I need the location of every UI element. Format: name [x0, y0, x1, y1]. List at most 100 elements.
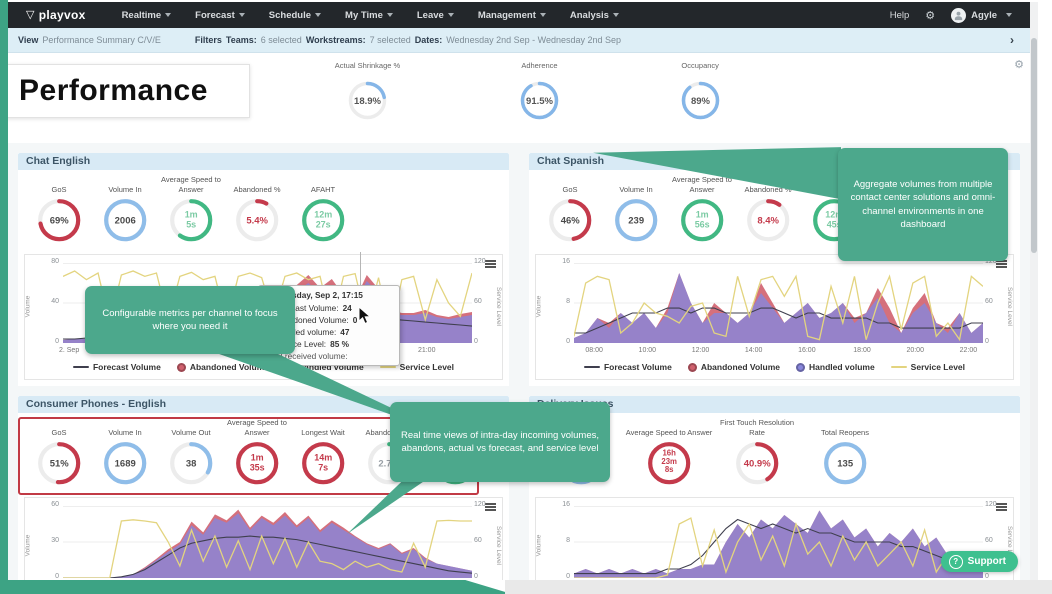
- chart-plot-area[interactable]: [574, 263, 983, 343]
- kpi-donut: 239: [612, 196, 660, 244]
- svg-text:38: 38: [186, 459, 197, 470]
- view-value[interactable]: Performance Summary C/V/E: [42, 35, 161, 45]
- legend-item-forecast-volume[interactable]: Forecast Volume: [73, 362, 161, 372]
- kpi-label: First Touch Resolution Rate: [713, 417, 801, 437]
- kpi-donut: 1m35s: [233, 439, 281, 487]
- view-label: View: [18, 35, 38, 45]
- nav-item-management[interactable]: Management: [478, 10, 546, 21]
- slide-canvas: ▽ playvox Realtime Forecast Schedule My Tim…: [0, 0, 1052, 594]
- mouse-cursor-icon: [358, 306, 372, 330]
- kpi-label: Volume In: [619, 174, 652, 194]
- kpi-volume-in: Volume In 239: [603, 174, 669, 252]
- nav-item-realtime[interactable]: Realtime: [122, 10, 172, 21]
- kpi-donut: 46%: [546, 196, 594, 244]
- kpi-donut: 69%: [35, 196, 83, 244]
- legend-item-service-level[interactable]: Service Level: [891, 362, 965, 372]
- kpi-label: GoS: [51, 174, 66, 194]
- filter-bar: View Performance Summary C/V/E Filters T…: [8, 28, 1038, 53]
- y-axis-label: Volume: [24, 535, 31, 557]
- legend-item-forecast-volume[interactable]: Forecast Volume: [584, 362, 672, 372]
- svg-text:91.5%: 91.5%: [526, 96, 553, 107]
- kpi-donut: 8.4%: [744, 196, 792, 244]
- user-menu[interactable]: Agyle: [951, 8, 1012, 23]
- svg-text:135: 135: [837, 459, 854, 470]
- scrollbar-thumb[interactable]: [1031, 38, 1037, 253]
- teams-value[interactable]: 6 selected: [261, 35, 302, 45]
- page-title: Performance: [19, 74, 208, 108]
- chart-panel: Volume 16 8 0 120 60 0 Service Level 08:…: [535, 254, 1014, 380]
- slide-title-box: Performance: [8, 64, 250, 118]
- nav-item-leave[interactable]: Leave: [417, 10, 454, 21]
- gauge-occupancy: Occupancy 89%: [640, 61, 760, 127]
- svg-text:69%: 69%: [50, 216, 70, 227]
- kpi-donut: 51%: [35, 439, 83, 487]
- kpi-donut: 135: [821, 439, 869, 487]
- playvox-logo[interactable]: ▽ playvox: [26, 8, 86, 22]
- dashboard-gear-icon[interactable]: ⚙: [1014, 58, 1024, 71]
- question-icon: ?: [949, 555, 963, 569]
- nav-item-forecast[interactable]: Forecast: [195, 10, 245, 21]
- nav-right: Help ⚙ Agyle: [890, 8, 1012, 23]
- svg-text:14m: 14m: [314, 453, 332, 463]
- kpi-donut: 40.9%: [733, 439, 781, 487]
- kpi-total-reopens: Total Reopens 135: [801, 417, 889, 495]
- chevron-down-icon: [239, 13, 245, 17]
- workstreams-value[interactable]: 7 selected: [370, 35, 411, 45]
- svg-text:1m: 1m: [695, 210, 708, 220]
- kpi-donut: 18.9%: [346, 79, 389, 122]
- svg-text:5.4%: 5.4%: [246, 216, 268, 227]
- scrollbar-track[interactable]: [1030, 2, 1038, 580]
- nav-item-my-time[interactable]: My Time: [345, 10, 393, 21]
- legend-swatch: [380, 366, 396, 368]
- workstreams-label: Workstreams:: [306, 35, 366, 45]
- callout-realtime-views: Real time views of intra-day incoming vo…: [390, 402, 610, 482]
- dates-value[interactable]: Wednesday 2nd Sep - Wednesday 2nd Sep: [446, 35, 621, 45]
- slide-frame-left: [0, 0, 8, 594]
- legend-swatch: [177, 363, 186, 372]
- nav-item-analysis[interactable]: Analysis: [570, 10, 619, 21]
- kpi-label: Longest Wait: [301, 417, 345, 437]
- chevron-down-icon: [613, 13, 619, 17]
- kpi-first-touch-resolution-rate: First Touch Resolution Rate 40.9%: [713, 417, 801, 495]
- chart-plot-area[interactable]: [63, 506, 472, 578]
- support-button[interactable]: ? Support: [941, 551, 1018, 572]
- kpi-label: GoS: [562, 174, 577, 194]
- settings-gear-icon[interactable]: ⚙: [925, 9, 935, 22]
- metrics-row: GoS 69% Volume In 2006 Average Speed to …: [18, 170, 509, 252]
- kpi-donut: 5.4%: [233, 196, 281, 244]
- kpi-longest-wait: Longest Wait 14m7s: [290, 417, 356, 495]
- kpi-donut: 38: [167, 439, 215, 487]
- kpi-average-speed-to-answer: Average Speed to Answer 1m35s: [224, 417, 290, 495]
- nav-item-schedule[interactable]: Schedule: [269, 10, 321, 21]
- chevron-down-icon: [315, 13, 321, 17]
- kpi-average-speed-to-answer: Average Speed to Answer 1m56s: [669, 174, 735, 252]
- help-link[interactable]: Help: [890, 10, 910, 21]
- chart-plot-area[interactable]: [574, 506, 983, 578]
- gauge-label: Occupancy: [640, 61, 760, 79]
- legend-item-abandoned-volume[interactable]: Abandoned Volume: [688, 362, 780, 372]
- teams-label: Teams:: [226, 35, 257, 45]
- kpi-label: Average Speed to Answer: [224, 417, 290, 437]
- y-axis-label: Volume: [535, 296, 542, 318]
- kpi-donut: 16h23m8s: [645, 439, 693, 487]
- gauge-label: Actual Shrinkage %: [307, 61, 427, 79]
- avatar: [951, 8, 966, 23]
- expand-chevron-icon[interactable]: ›: [1010, 33, 1014, 47]
- kpi-gos: GoS 51%: [26, 417, 92, 495]
- playvox-logo-text: playvox: [39, 8, 86, 22]
- gauge-actual-shrinkage: Actual Shrinkage % 18.9%: [307, 61, 427, 127]
- callout-aggregate-volumes: Aggregate volumes from multiple contact …: [838, 148, 1008, 261]
- slide-frame-bottom-gray: [505, 580, 1052, 594]
- nav-items: Realtime Forecast Schedule My Time Leave Mana…: [122, 10, 619, 21]
- svg-text:1m: 1m: [250, 453, 263, 463]
- svg-text:1m: 1m: [184, 210, 197, 220]
- kpi-donut: 1m5s: [167, 196, 215, 244]
- gauge-adherence: Adherence 91.5%: [479, 61, 599, 127]
- chart-panel: Volume 60 30 0 120 60 0 Service Level 06…: [24, 497, 503, 580]
- kpi-label: GoS: [51, 417, 66, 437]
- playvox-logo-icon: ▽: [26, 8, 35, 21]
- legend-item-handled-volume[interactable]: Handled volume: [796, 362, 875, 372]
- svg-text:40.9%: 40.9%: [744, 459, 771, 470]
- kpi-label: Average Speed to Answer: [158, 174, 224, 194]
- svg-text:89%: 89%: [691, 96, 711, 107]
